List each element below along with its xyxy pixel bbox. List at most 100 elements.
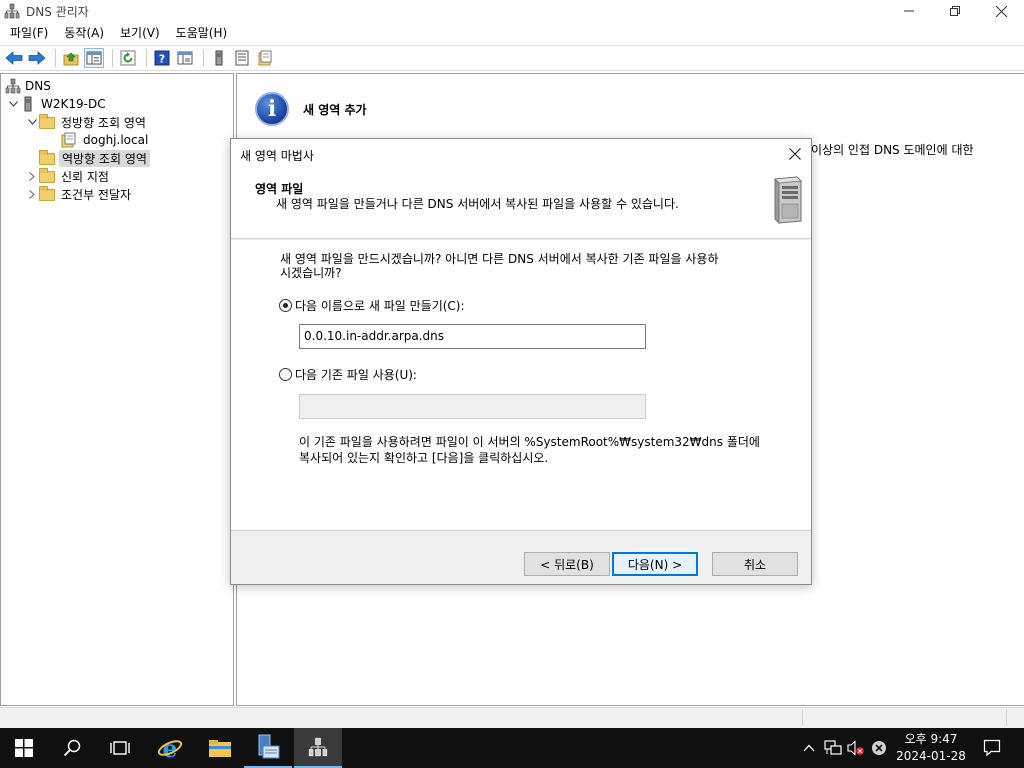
up-one-level-button[interactable] (61, 48, 81, 68)
network-button[interactable] (823, 728, 843, 768)
radio-button[interactable] (279, 368, 292, 381)
menu-bar: 파일(F) 동작(A) 보기(V) 도움말(H) (0, 22, 1024, 44)
restore-button[interactable] (932, 0, 978, 22)
server-button[interactable] (209, 48, 229, 68)
menu-action[interactable]: 동작(A) (56, 22, 112, 44)
volume-muted-icon (847, 740, 864, 756)
existing-file-input (299, 394, 646, 419)
menu-help[interactable]: 도움말(H) (168, 22, 236, 44)
show-hide-tree-button[interactable] (84, 48, 104, 68)
svg-text:?: ? (159, 53, 165, 66)
network-icon (824, 740, 842, 755)
menu-view[interactable]: 보기(V) (112, 22, 168, 44)
internet-explorer-button[interactable]: e (146, 728, 194, 768)
close-icon (789, 148, 801, 160)
tree-label: 정방향 조회 영역 (61, 115, 146, 130)
refresh-icon (120, 50, 136, 66)
refresh-button[interactable] (118, 48, 138, 68)
tree-item-dns[interactable]: DNS (5, 77, 51, 95)
status-divider (802, 710, 803, 726)
list-icon (235, 50, 249, 66)
toolbar-separator (112, 49, 113, 67)
back-button[interactable] (4, 48, 24, 68)
back-arrow-icon (5, 51, 23, 65)
tree-item-server[interactable]: W2K19-DC (6, 95, 106, 113)
tree-item-trust-points[interactable]: 신뢰 지점 (25, 167, 109, 185)
tree-label: 조건부 전달자 (61, 187, 132, 202)
chevron-down-icon[interactable] (6, 97, 20, 111)
task-view-button[interactable] (96, 728, 144, 768)
minimize-icon (904, 10, 914, 12)
chevron-right-icon[interactable] (25, 187, 39, 201)
help-icon: ? (154, 50, 170, 66)
tree-label: doghj.local (83, 133, 149, 147)
help-button[interactable]: ? (152, 48, 172, 68)
radio-label: 다음 기존 파일 사용(U): (295, 368, 417, 382)
tree-pane: DNS W2K19-DC 정방향 조회 영역 doghj.local 역방향 조… (0, 73, 234, 706)
clock-date: 2024-01-28 (896, 749, 966, 763)
cancel-button[interactable]: 취소 (712, 552, 798, 576)
back-button[interactable]: < 뒤로(B) (524, 552, 610, 576)
forward-button[interactable] (27, 48, 47, 68)
note-line: 복사되어 있는지 확인하고 [다음]을 클릭하십시오. (299, 451, 549, 465)
error-status-button[interactable] (869, 728, 889, 768)
tree-item-reverse-zone[interactable]: 역방향 조회 영역 (39, 149, 150, 167)
tree-label: W2K19-DC (41, 97, 106, 111)
volume-button[interactable] (846, 728, 866, 768)
server-manager-icon (258, 734, 280, 759)
show-hidden-icons-button[interactable] (800, 728, 818, 768)
folder-icon (39, 114, 55, 130)
dns-manager-button[interactable] (294, 728, 342, 768)
folder-icon (39, 168, 55, 184)
status-divider (1006, 710, 1007, 726)
clock-time: 오후 9:47 (904, 732, 958, 746)
chevron-down-icon[interactable] (25, 115, 39, 129)
start-button[interactable] (0, 728, 48, 768)
new-file-name-input[interactable]: 0.0.10.in-addr.arpa.dns (299, 324, 646, 349)
tree-item-conditional-forwarders[interactable]: 조건부 전달자 (25, 185, 131, 203)
details-title: 새 영역 추가 (303, 103, 367, 117)
dialog-title-bar: 새 영역 마법사 (231, 139, 811, 169)
file-explorer-icon (209, 740, 231, 757)
search-button[interactable] (48, 728, 96, 768)
minimize-button[interactable] (886, 0, 932, 22)
internet-explorer-icon: e (157, 735, 183, 761)
question-text: 새 영역 파일을 만드시겠습니까? 아니면 다른 DNS 서버에서 복사한 기존… (280, 252, 760, 280)
dialog-close-button[interactable] (785, 144, 805, 164)
start-icon (15, 739, 33, 757)
export-button[interactable] (255, 48, 275, 68)
server-icon (20, 96, 36, 112)
notification-center-button[interactable] (978, 728, 1006, 768)
system-clock[interactable]: 오후 9:47 2024-01-28 (893, 731, 969, 765)
radio-button-checked[interactable] (279, 299, 292, 312)
tree-item-doghj-local[interactable]: doghj.local (61, 131, 148, 149)
dialog-title: 새 영역 마법사 (240, 149, 314, 163)
use-existing-file-option[interactable]: 다음 기존 파일 사용(U): (279, 366, 417, 383)
properties-button[interactable] (175, 48, 195, 68)
new-zone-wizard-dialog: 새 영역 마법사 영역 파일 새 영역 파일을 만들거나 다른 DNS 서버에서… (230, 138, 812, 585)
server-tower-icon (767, 175, 805, 225)
toolbar: ? (0, 45, 1024, 71)
chevron-right-icon[interactable] (25, 169, 39, 183)
toolbar-separator (55, 49, 56, 67)
dialog-header: 영역 파일 새 영역 파일을 만들거나 다른 DNS 서버에서 복사된 파일을 … (231, 169, 811, 239)
svg-text:e: e (162, 735, 177, 761)
notification-icon (983, 739, 1001, 757)
list-button[interactable] (232, 48, 252, 68)
dns-icon (5, 78, 21, 94)
search-icon (63, 739, 81, 757)
file-explorer-button[interactable] (196, 728, 244, 768)
close-button[interactable] (978, 0, 1024, 22)
question-line: 시겠습니까? (280, 266, 342, 280)
note-line: 이 기존 파일을 사용하려면 파일이 이 서버의 %SystemRoot%₩sy… (299, 435, 760, 449)
window-title: DNS 관리자 (26, 4, 89, 19)
dns-app-icon (4, 3, 20, 19)
chevron-up-icon (803, 744, 815, 752)
create-new-file-option[interactable]: 다음 이름으로 새 파일 만들기(C): (279, 297, 465, 314)
tree-item-forward-zone[interactable]: 정방향 조회 영역 (25, 113, 146, 131)
next-button[interactable]: 다음(N) > (612, 552, 698, 576)
server-manager-button[interactable] (244, 728, 292, 768)
dialog-header-subtitle: 새 영역 파일을 만들거나 다른 DNS 서버에서 복사된 파일을 사용할 수 … (276, 197, 679, 211)
menu-file[interactable]: 파일(F) (0, 22, 56, 44)
question-line: 새 영역 파일을 만드시겠습니까? 아니면 다른 DNS 서버에서 복사한 기존… (280, 252, 719, 266)
